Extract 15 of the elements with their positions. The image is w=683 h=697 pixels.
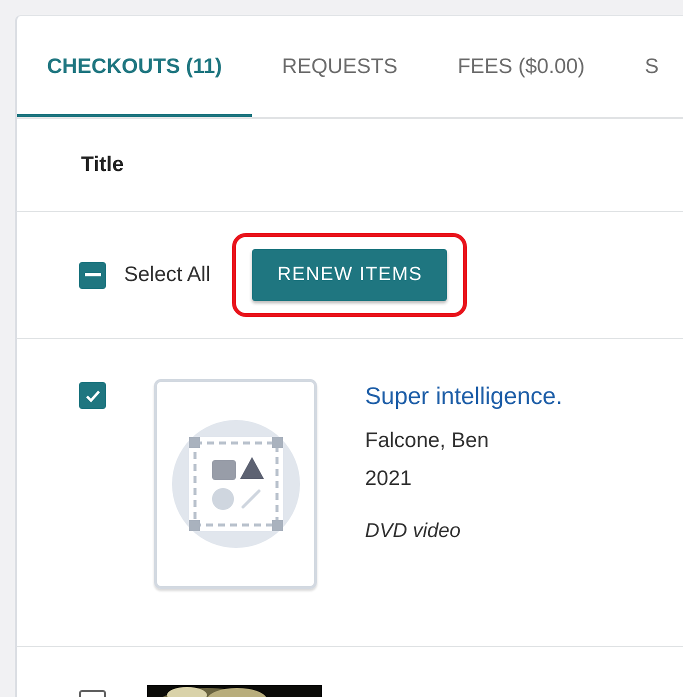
format-text: DVD video	[365, 519, 462, 544]
column-header: Title	[81, 152, 124, 178]
image-placeholder-icon	[170, 419, 300, 549]
checkbox[interactable]	[79, 262, 106, 288]
select-all-label: Select All	[124, 262, 210, 288]
minus-icon	[84, 273, 100, 277]
year-text: 2021	[365, 466, 413, 492]
tab[interactable]: CHECKOUTS (11)	[17, 16, 252, 117]
tab[interactable]: FEES ($0.00)	[428, 16, 615, 117]
title-link[interactable]: Super intelligence.	[365, 379, 562, 415]
tab[interactable]: REQUESTS	[252, 16, 428, 117]
tab[interactable]: S	[614, 16, 683, 117]
renew-button[interactable]: RENEW ITEMS	[252, 248, 448, 302]
checkbox[interactable]	[79, 382, 106, 409]
author-text: Falcone, Ben	[365, 428, 490, 454]
